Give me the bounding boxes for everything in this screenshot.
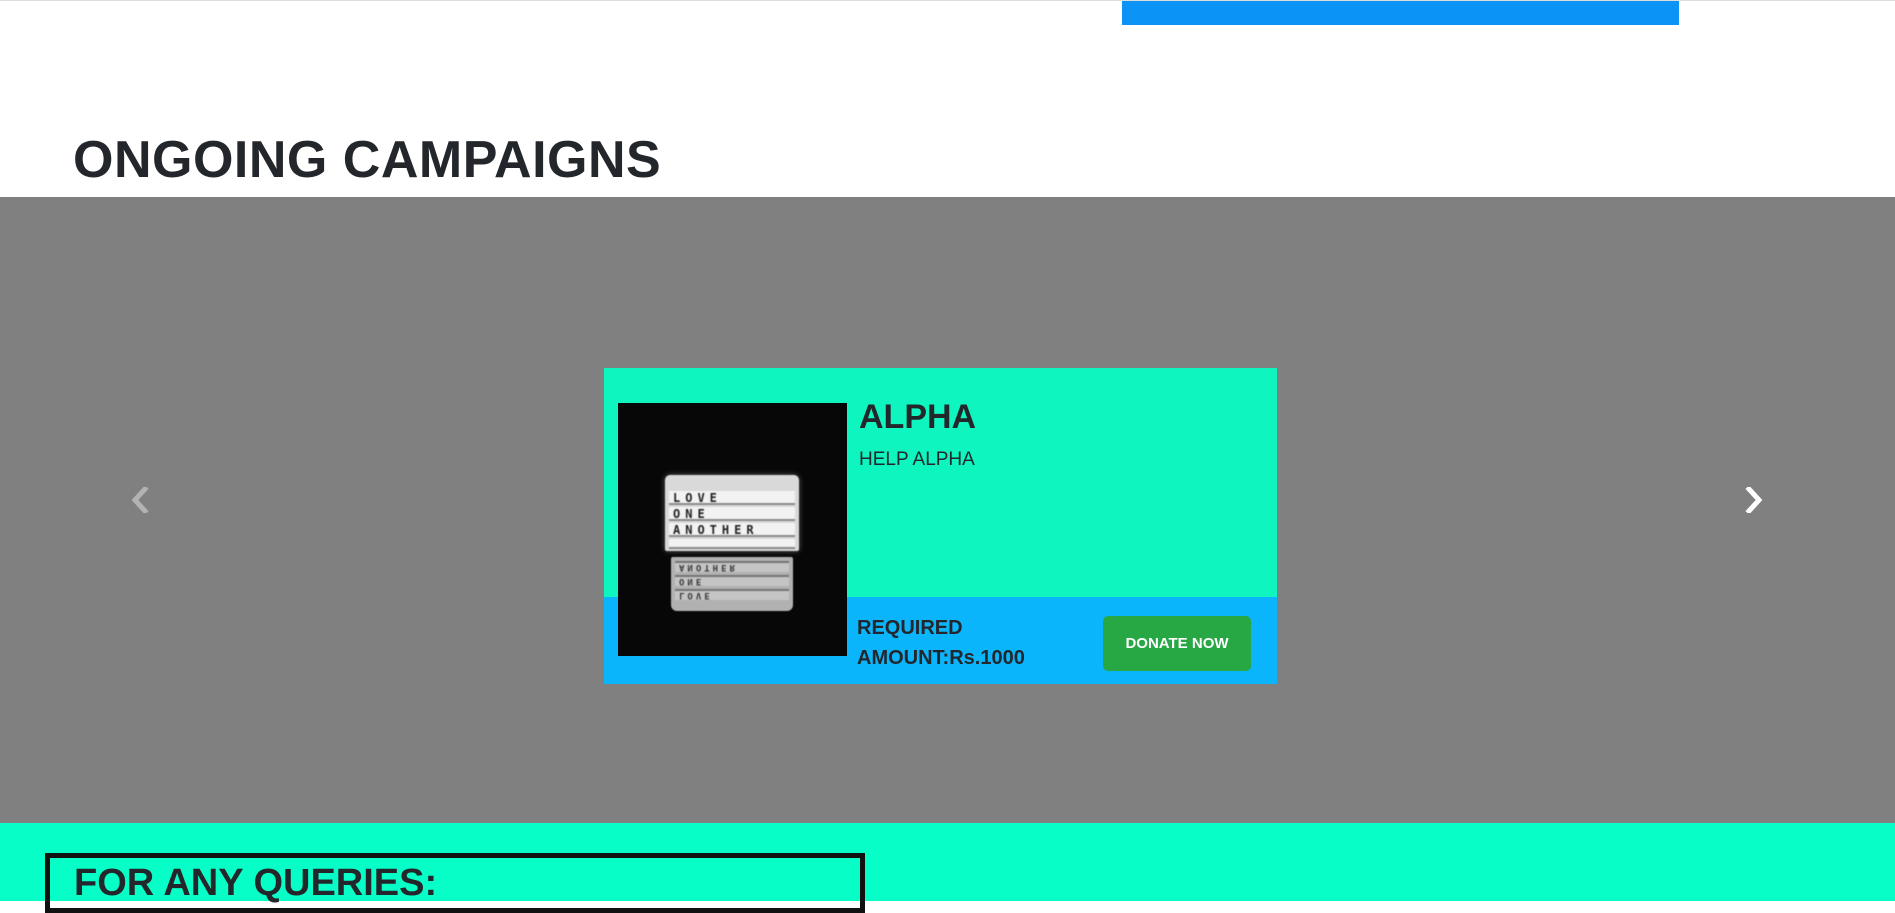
campaign-subtitle: HELP ALPHA	[859, 449, 975, 470]
chevron-right-icon	[1744, 487, 1764, 513]
carousel-next-button[interactable]	[1734, 480, 1774, 520]
campaign-image: LOVE ONE ANOTHER ANOTHER ONE LOVE	[618, 403, 847, 656]
campaign-title: ALPHA	[859, 398, 977, 436]
queries-box: FOR ANY QUERIES:	[45, 853, 865, 913]
lightbox-sign: LOVE ONE ANOTHER ANOTHER ONE LOVE	[665, 475, 799, 611]
campaign-card: LOVE ONE ANOTHER ANOTHER ONE LOVE ALPHA …	[604, 368, 1277, 684]
chevron-left-icon	[130, 487, 150, 513]
carousel-prev-button[interactable]	[120, 480, 160, 520]
queries-title: FOR ANY QUERIES:	[74, 862, 438, 904]
campaign-carousel: LOVE ONE ANOTHER ANOTHER ONE LOVE ALPHA …	[0, 197, 1895, 823]
queries-section: FOR ANY QUERIES:	[0, 823, 1895, 913]
section-title: ONGOING CAMPAIGNS	[73, 131, 662, 189]
required-amount: REQUIRED AMOUNT:Rs.1000	[857, 617, 1025, 669]
donate-now-button[interactable]: DONATE NOW	[1103, 616, 1251, 671]
top-accent-bar	[1122, 1, 1679, 25]
